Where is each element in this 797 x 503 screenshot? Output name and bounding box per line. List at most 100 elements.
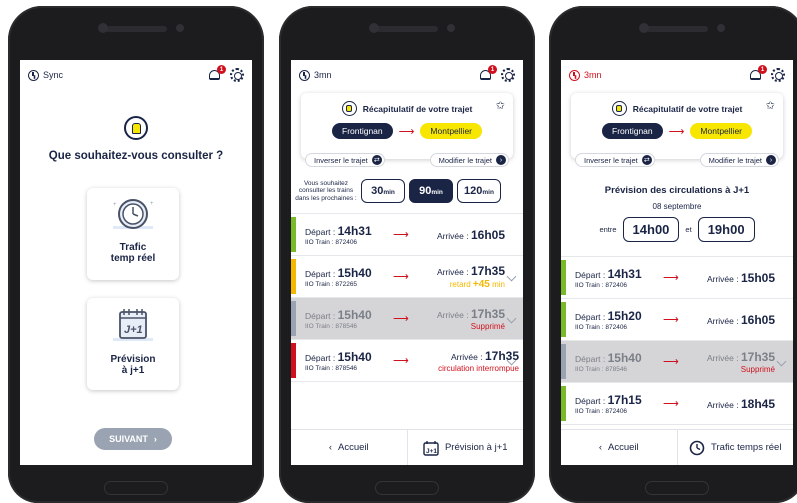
home-label: Accueil [608,442,639,453]
time-range-picker: entre 14h00 et 19h00 [561,217,793,242]
train-number: 878546 [335,322,358,330]
train-row[interactable]: Départ : 14h31 IIO Train : 872406 ⟶ Arriv… [291,214,523,256]
swap-icon: ⇄ [371,155,382,165]
chevron-down-icon[interactable] [776,356,787,367]
depart-label: Départ : [575,353,606,364]
clock-icon [299,69,310,81]
arrow-icon: ⟶ [663,398,679,410]
trip-summary-card: Récapitulatif de votre trajet ✩ Frontign… [571,93,783,159]
favorite-star-icon[interactable]: ✩ [766,99,775,112]
train-row[interactable]: Départ : 15h40 IIO Train : 878546 ⟶ Arriv… [291,340,523,382]
train-number: 872406 [605,323,628,331]
notification-count: 1 [758,65,767,74]
status-bar [561,302,566,337]
arrow-icon: ⟶ [663,314,679,326]
time-option-90[interactable]: 90 min [409,179,453,203]
status-text: retard [449,279,471,289]
train-no-label: IIO Train : [575,323,604,331]
notification-bell-icon[interactable]: 1 [479,65,497,82]
calendar-icon: J+1 [113,309,153,341]
speaker [105,26,167,32]
train-number: 878546 [605,365,628,373]
trip-summary-card: Récapitulatif de votre trajet ✩ Frontign… [301,93,513,159]
train-row[interactable]: Départ : 14h31 IIO Train : 872406 ⟶ Arriv… [561,257,793,299]
forecast-date: 08 septembre [652,202,702,211]
edit-trip-button[interactable]: Modifier le trajet › [429,153,509,167]
train-number: 872406 [335,238,358,246]
notification-bell-icon[interactable]: 1 [749,65,767,82]
train-no-label: IIO Train : [305,280,334,288]
swap-icon: ⇄ [641,155,652,165]
depart-label: Départ : [305,226,336,237]
swap-trip-button[interactable]: Inverser le trajet ⇄ [575,153,655,167]
next-label: SUIVANT [109,434,148,444]
home-button [104,481,168,495]
next-button[interactable]: SUIVANT › [94,428,172,450]
camera [369,23,379,33]
depart-label: Départ : [305,352,336,363]
train-logo-icon [341,101,357,116]
refresh-label: 3mn [314,70,332,80]
clock-icon: + + [113,199,154,229]
time-value: 120 [464,185,483,197]
time-option-30[interactable]: 30 min [361,179,405,203]
gear-icon[interactable] [501,68,515,82]
edit-label: Modifier le trajet [708,155,762,165]
home-nav-button[interactable]: ‹ Accueil [291,430,407,465]
train-row[interactable]: Départ : 15h40 IIO Train : 878546 ⟶ Arriv… [561,341,793,383]
refresh-timer[interactable]: 3mn [569,69,602,81]
end-time-field[interactable]: 19h00 [697,217,755,242]
arrow-icon: ⟶ [663,272,679,284]
screen-home: Sync 1 Que souhaitez-vous consulter ? + … [20,60,252,465]
arrival-time: 18h45 [740,396,775,411]
home-nav-button[interactable]: ‹ Accueil [561,430,677,465]
arrow-icon: ⟶ [393,313,409,325]
arrival-label: Arrivée : [450,351,483,362]
train-row[interactable]: Départ : 15h40 IIO Train : 872265 ⟶ Arriv… [291,256,523,298]
swap-label: Inverser le trajet [314,155,368,165]
card-forecast-j1[interactable]: J+1 Prévision à j+1 [87,298,179,390]
start-time-field[interactable]: 14h00 [622,217,680,242]
refresh-timer[interactable]: 3mn [299,69,332,81]
top-bar: 3mn 1 [291,60,523,90]
chevron-right-icon: › [153,434,157,444]
depart-label: Départ : [575,311,606,322]
status-text: Supprimé [740,364,775,374]
time-unit: min [431,189,443,196]
sync-label: Sync [43,70,64,80]
train-row[interactable]: Départ : 15h20 IIO Train : 872406 ⟶ Arriv… [561,299,793,341]
card-realtime-traffic[interactable]: + + Trafic temp réel [87,188,179,280]
edit-trip-button[interactable]: Modifier le trajet › [699,153,779,167]
sensor [176,24,184,32]
train-number: 872406 [605,281,628,289]
swap-trip-button[interactable]: Inverser le trajet ⇄ [305,153,385,167]
departure-time: 17h15 [607,392,642,407]
time-prompt: Vous souhaitez consulter les trains dans… [295,179,357,202]
departure-time: 15h40 [337,265,372,280]
realtime-nav-button[interactable]: Trafic temps réel [676,430,794,465]
train-no-label: IIO Train : [305,322,334,330]
train-logo-icon [124,116,148,140]
chevron-down-icon[interactable] [506,271,517,282]
train-number: 878546 [335,364,358,372]
sensor [717,24,725,32]
gear-icon[interactable] [771,68,785,82]
train-no-label: IIO Train : [575,365,604,373]
favorite-star-icon[interactable]: ✩ [496,99,505,112]
gear-icon[interactable] [230,68,244,82]
train-row[interactable]: Départ : 17h15 IIO Train : 872406 ⟶ Arriv… [561,383,793,425]
time-window-picker: Vous souhaitez consulter les trains dans… [295,179,519,203]
notification-bell-icon[interactable]: 1 [208,65,226,82]
refresh-label: 3mn [584,70,602,80]
screen-forecast: 3mn 1 Récapitulatif de votre trajet ✩ Fr… [561,60,793,465]
arrival-label: Arrivée : [706,352,739,363]
forecast-nav-button[interactable]: J+1 Prévision à j+1 [406,430,524,465]
sync-button[interactable]: Sync [28,69,64,81]
top-bar: 3mn 1 [561,60,793,90]
time-option-120[interactable]: 120 min [457,179,501,203]
chevron-down-icon[interactable] [506,313,517,324]
train-row[interactable]: Départ : 15h40 IIO Train : 878546 ⟶ Arriv… [291,298,523,340]
status-text: Supprimé [470,321,505,331]
status-bar [561,260,566,295]
train-logo-icon [611,101,627,116]
